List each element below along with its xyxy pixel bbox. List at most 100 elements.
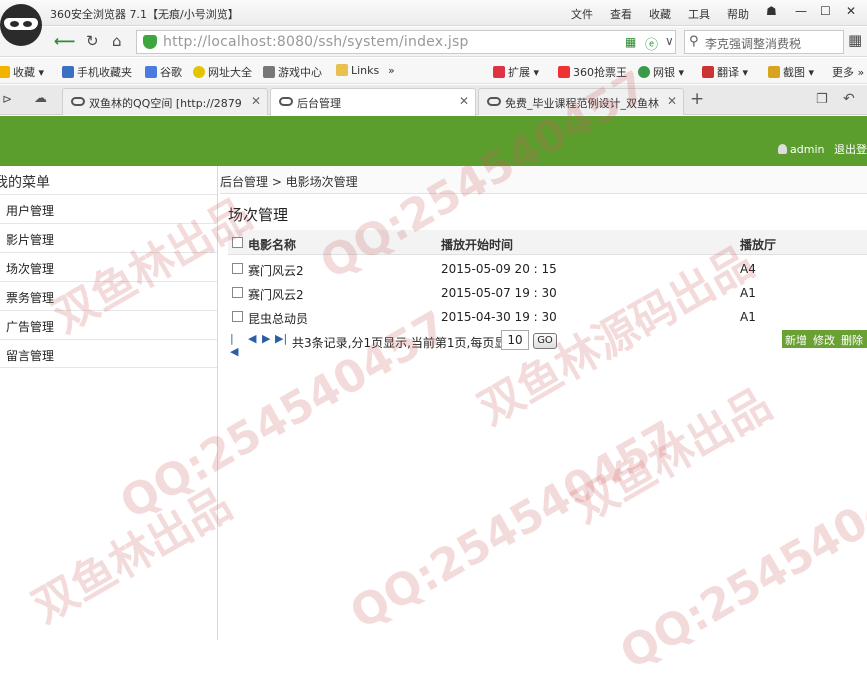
watermark: QQ:254540457 <box>611 451 867 680</box>
cell-movie-name: 赛门风云2 <box>248 264 304 278</box>
column-start-time: 播放开始时间 <box>441 238 514 252</box>
refresh-icon[interactable]: ↻ <box>86 32 99 50</box>
table-row: 赛门风云2 2015-05-09 20 : 15 A4 <box>228 256 867 280</box>
cell-hall: A1 <box>740 310 756 324</box>
mask-icon <box>279 97 293 106</box>
mask-icon <box>71 97 85 106</box>
sidebar-item-movies[interactable]: 影片管理 <box>0 223 217 252</box>
sidebar-item-messages[interactable]: 留言管理 <box>0 339 217 368</box>
cloud-icon[interactable]: ☁ <box>34 91 47 106</box>
row-checkbox[interactable] <box>232 311 243 322</box>
sidebar-title: 我的菜单 <box>0 175 50 191</box>
grid-menu-icon[interactable]: ▦ <box>848 31 862 49</box>
sidebar-item-users[interactable]: 用户管理 <box>0 194 217 223</box>
url-input[interactable]: http://localhost:8080/ssh/system/index.j… <box>136 30 676 54</box>
star-icon <box>0 66 10 78</box>
skin-icon[interactable]: ☗ <box>766 4 777 18</box>
sidebar-item-ads[interactable]: 广告管理 <box>0 310 217 339</box>
security-shield-icon <box>143 35 157 49</box>
qr-icon[interactable]: ▦ <box>625 35 636 49</box>
incognito-logo-icon <box>0 4 42 46</box>
bookmark-screenshot[interactable]: 截图 ▾ <box>768 64 814 80</box>
add-button[interactable]: 新增 <box>785 332 807 348</box>
address-bar: ⟵ ↻ ⌂ http://localhost:8080/ssh/system/i… <box>0 27 867 57</box>
bookmark-extensions[interactable]: 扩展 ▾ <box>493 64 539 80</box>
bookmark-favorites[interactable]: 收藏 ▾ <box>0 64 44 80</box>
search-input[interactable]: ⚲ 李克强调整消费税 <box>684 30 844 54</box>
url-path: :8080/ssh/system/index.jsp <box>271 34 469 50</box>
cell-start-time: 2015-05-07 19 : 30 <box>441 286 557 300</box>
tab-admin[interactable]: 后台管理 ✕ <box>270 88 476 116</box>
watermark: 双鱼林出品 <box>564 378 781 533</box>
cell-hall: A4 <box>740 262 756 276</box>
logout-link[interactable]: 退出登录 <box>834 143 867 156</box>
table-row: 赛门风云2 2015-05-07 19 : 30 A1 <box>228 280 867 304</box>
url-dropdown-icon[interactable]: ∨ <box>665 34 674 48</box>
bookmark-ticket[interactable]: 360抢票王 <box>558 64 627 80</box>
cell-start-time: 2015-05-09 20 : 15 <box>441 262 557 276</box>
tab-qq-space[interactable]: 双鱼林的QQ空间 [http://2879 ✕ <box>62 88 268 115</box>
page-size-input[interactable]: 10 <box>501 330 529 350</box>
edit-button[interactable]: 修改 <box>813 332 835 348</box>
table-header: 电影名称 播放开始时间 播放厅 <box>228 230 867 255</box>
speed-mode-icon[interactable]: ⓔ <box>645 34 658 53</box>
sidebar-toggle-icon[interactable]: ⊳ <box>2 92 12 106</box>
phone-icon <box>62 66 74 78</box>
grid-icon <box>493 66 505 78</box>
scissors-icon <box>768 66 780 78</box>
cell-movie-name: 昆虫总动员 <box>248 312 309 326</box>
url-host: http://localhost <box>163 34 272 50</box>
menu-file[interactable]: 文件 <box>571 6 593 22</box>
bookmark-google[interactable]: 谷歌 <box>145 64 182 80</box>
bookmarks-overflow-icon[interactable]: » <box>388 64 395 77</box>
row-checkbox[interactable] <box>232 287 243 298</box>
bookmark-games[interactable]: 游戏中心 <box>263 64 322 80</box>
minimize-icon[interactable]: — <box>795 4 807 18</box>
ticket-icon <box>558 66 570 78</box>
row-checkbox[interactable] <box>232 263 243 274</box>
window-title: 360安全浏览器 7.1【无痕/小号浏览】 <box>50 8 239 21</box>
close-tab-icon[interactable]: ✕ <box>667 94 677 108</box>
browser-title-bar: 360安全浏览器 7.1【无痕/小号浏览】 文件 查看 收藏 工具 帮助 ☗ —… <box>0 0 867 26</box>
maximize-icon[interactable]: ☐ <box>820 4 831 18</box>
prev-page-icon[interactable]: ◀ <box>248 332 256 345</box>
back-icon[interactable]: ⟵ <box>54 32 76 50</box>
close-tab-icon[interactable]: ✕ <box>251 94 261 108</box>
last-page-icon[interactable]: ▶| <box>275 332 287 345</box>
page-title: 场次管理 <box>228 206 289 224</box>
go-button[interactable]: GO <box>533 333 557 349</box>
sidebar-item-tickets[interactable]: 票务管理 <box>0 281 217 310</box>
home-icon[interactable]: ⌂ <box>112 32 122 50</box>
bookmarks-bar: 收藏 ▾ 手机收藏夹 谷歌 网址大全 游戏中心 Links » 扩展 ▾ 360… <box>0 58 867 84</box>
column-movie-name: 电影名称 <box>248 238 297 252</box>
menu-tools[interactable]: 工具 <box>688 6 710 22</box>
close-tab-icon[interactable]: ✕ <box>459 94 469 108</box>
cell-hall: A1 <box>740 286 756 300</box>
new-tab-icon[interactable]: + <box>690 89 704 109</box>
close-window-icon[interactable]: ✕ <box>846 4 856 18</box>
menu-view[interactable]: 查看 <box>610 6 632 22</box>
user-icon <box>778 144 787 154</box>
bookmark-links[interactable]: Links <box>336 64 379 77</box>
bookmark-translate[interactable]: 翻译 ▾ <box>702 64 748 80</box>
undo-close-icon[interactable]: ↶ <box>843 91 855 107</box>
tab-free-course[interactable]: 免费_毕业课程范例设计_双鱼林 ✕ <box>478 88 684 115</box>
delete-button[interactable]: 删除 <box>841 332 863 348</box>
next-page-icon[interactable]: ▶ <box>262 332 270 345</box>
bookmark-sites[interactable]: 网址大全 <box>193 64 252 80</box>
cell-movie-name: 赛门风云2 <box>248 288 304 302</box>
username: admin <box>790 143 825 156</box>
bookmark-mobile[interactable]: 手机收藏夹 <box>62 64 132 80</box>
watermark: QQ:254540457 <box>341 411 687 640</box>
bookmark-more[interactable]: 更多 » <box>832 64 864 80</box>
app-header <box>0 116 867 166</box>
sidebar-item-screenings[interactable]: 场次管理 <box>0 252 217 281</box>
tab-list-icon[interactable]: ❐ <box>816 92 828 107</box>
select-all-checkbox[interactable] <box>232 237 243 248</box>
first-page-icon[interactable]: |◀ <box>230 332 238 358</box>
bookmark-bank[interactable]: 网银 ▾ <box>638 64 684 80</box>
mask-icon <box>487 97 501 106</box>
menu-favorites[interactable]: 收藏 <box>649 6 671 22</box>
menu-help[interactable]: 帮助 <box>727 6 749 22</box>
folder-icon <box>336 64 348 76</box>
